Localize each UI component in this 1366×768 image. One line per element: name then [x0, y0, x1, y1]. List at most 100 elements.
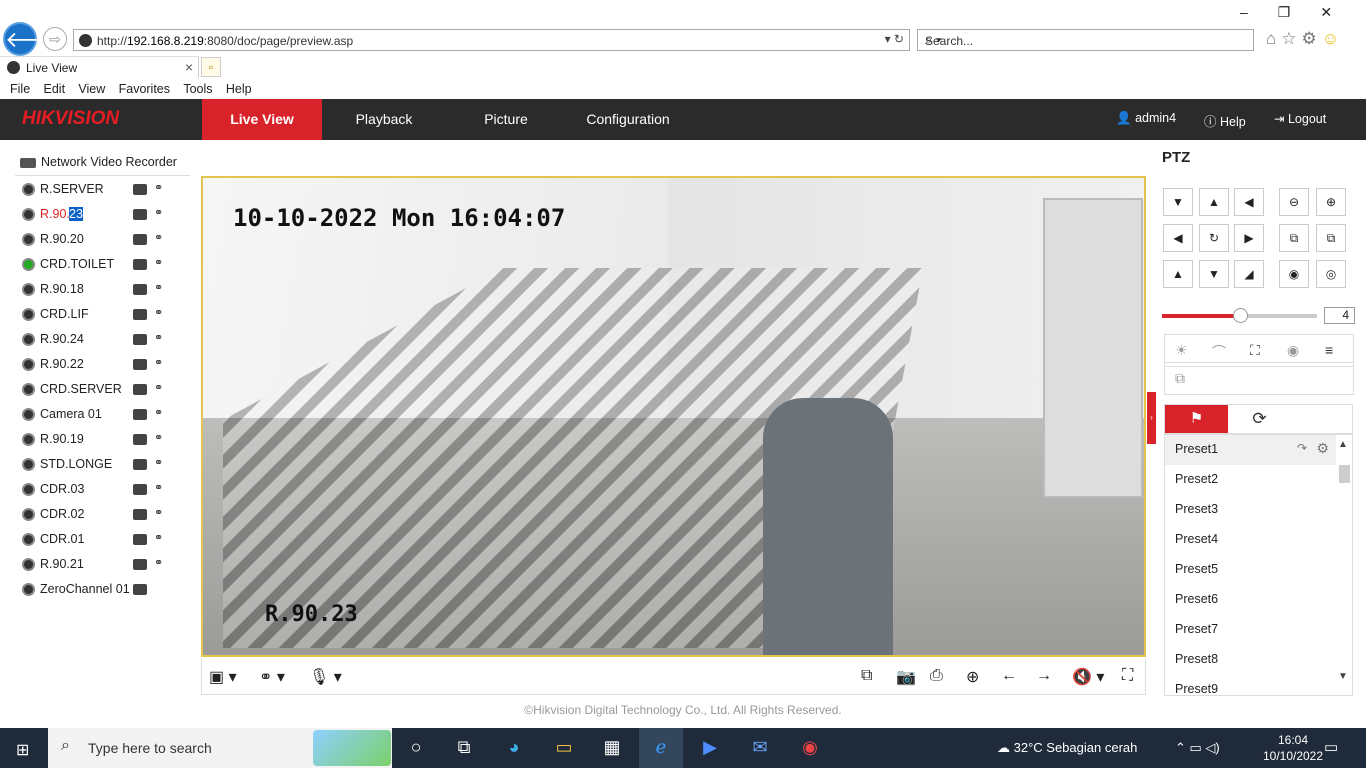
stream-switch-icon[interactable]: [154, 407, 170, 422]
system-clock[interactable]: 16:04 10/10/2022: [1258, 732, 1328, 764]
camera-item[interactable]: CRD.LIF: [22, 305, 192, 330]
refresh-icon[interactable]: ▾ ↻: [885, 32, 904, 46]
volume-mute-icon[interactable]: 🔇 ▾: [1072, 667, 1104, 687]
record-status-icon[interactable]: [133, 309, 147, 320]
stream-switch-icon[interactable]: [154, 382, 170, 397]
settings-gear-icon[interactable]: ⚙: [1302, 29, 1322, 48]
stream-switch-icon[interactable]: [154, 307, 170, 322]
new-tab-button[interactable]: ▫: [201, 57, 221, 77]
minimize-icon[interactable]: –: [1240, 4, 1278, 20]
camera-item[interactable]: R.90.21: [22, 555, 192, 580]
zoom-icon[interactable]: ▶: [695, 737, 725, 758]
ptz-down-left-button[interactable]: ▲: [1163, 260, 1193, 288]
record-status-icon[interactable]: [133, 284, 147, 295]
focus-far-icon[interactable]: ⧉: [1316, 224, 1346, 252]
ptz-auto-button[interactable]: ↻: [1199, 224, 1229, 252]
camera-item[interactable]: R.90.20: [22, 230, 192, 255]
fullscreen-icon[interactable]: ⛶: [1122, 667, 1133, 685]
camera-item[interactable]: R.90. 23: [22, 205, 192, 230]
light-icon[interactable]: ☀: [1175, 342, 1188, 359]
menu-tools[interactable]: Tools: [173, 80, 212, 96]
favorites-star-icon[interactable]: ☆: [1281, 29, 1301, 48]
zoom-in-icon[interactable]: ⊕: [966, 667, 979, 687]
zoom-out-icon[interactable]: ⊖: [1279, 188, 1309, 216]
camera-item[interactable]: R.SERVER: [22, 180, 192, 205]
focus-near-icon[interactable]: ⧉: [1279, 224, 1309, 252]
ptz-up-button[interactable]: ▲: [1199, 188, 1229, 216]
stop-all-icon[interactable]: ⧉: [861, 667, 872, 685]
record-status-icon[interactable]: [133, 509, 147, 520]
notification-icon[interactable]: ▭: [1324, 738, 1338, 756]
camera-item[interactable]: R.90.18: [22, 280, 192, 305]
record-status-icon[interactable]: [133, 584, 147, 595]
preset-item[interactable]: Preset2: [1165, 465, 1337, 495]
auxiliary-focus-icon[interactable]: ⛶: [1250, 342, 1260, 359]
ptz-speed-slider[interactable]: [1162, 308, 1317, 323]
camera-item[interactable]: CRD.SERVER: [22, 380, 192, 405]
stream-switch-icon[interactable]: [154, 232, 170, 247]
camera-item[interactable]: R.90.22: [22, 355, 192, 380]
window-layout-icon[interactable]: ▣ ▾: [209, 667, 237, 687]
zoom-in-ptz-icon[interactable]: ⊕: [1316, 188, 1346, 216]
ptz-up-left-button[interactable]: ▼: [1163, 188, 1193, 216]
record-status-icon[interactable]: [133, 234, 147, 245]
stream-switch-icon[interactable]: [154, 432, 170, 447]
help-link[interactable]: ⓘ Help: [1204, 111, 1246, 130]
cortana-icon[interactable]: ○: [401, 737, 431, 758]
record-status-icon[interactable]: [133, 184, 147, 195]
chrome-icon[interactable]: ◉: [795, 737, 825, 758]
browser-search-box[interactable]: Search... ⌕ ▾: [917, 29, 1254, 51]
restore-icon[interactable]: ❐: [1278, 4, 1321, 20]
scroll-thumb[interactable]: [1339, 465, 1350, 483]
camera-item[interactable]: CDR.03: [22, 480, 192, 505]
windows-start-icon[interactable]: ⊞: [16, 740, 29, 760]
stream-switch-icon[interactable]: [154, 507, 170, 522]
call-preset-icon[interactable]: ↷: [1297, 441, 1307, 455]
ptz-collapse-handle[interactable]: ›: [1147, 392, 1156, 444]
3d-positioning-icon[interactable]: ⧉: [1175, 370, 1185, 387]
preset-item[interactable]: Preset3: [1165, 495, 1337, 525]
forward-button[interactable]: ⇨: [43, 27, 67, 51]
scroll-down-icon[interactable]: ▼: [1338, 671, 1348, 682]
scroll-up-icon[interactable]: ▲: [1338, 439, 1348, 450]
menu-favorites[interactable]: Favorites: [109, 80, 170, 96]
stream-switch-icon[interactable]: [154, 282, 170, 297]
search-icon[interactable]: ⌕ ▾: [925, 32, 1245, 48]
set-preset-gear-icon[interactable]: ⚙: [1316, 440, 1329, 457]
back-button[interactable]: 🡐: [3, 22, 64, 56]
preset-item[interactable]: Preset6: [1165, 585, 1337, 615]
stream-type-icon[interactable]: ⚭ ▾: [259, 667, 285, 687]
record-status-icon[interactable]: [133, 534, 147, 545]
preset-item[interactable]: Preset7: [1165, 615, 1337, 645]
preset-item[interactable]: Preset4: [1165, 525, 1337, 555]
preset-item[interactable]: Preset1 ↷ ⚙: [1165, 435, 1337, 465]
previous-page-icon[interactable]: ←: [1001, 667, 1017, 685]
ptz-left-button[interactable]: ◀: [1163, 224, 1193, 252]
stream-switch-icon[interactable]: [154, 182, 170, 197]
record-status-icon[interactable]: [133, 334, 147, 345]
camera-item[interactable]: STD.LONGE: [22, 455, 192, 480]
next-page-icon[interactable]: →: [1036, 667, 1052, 685]
tab-configuration[interactable]: Configuration: [568, 99, 688, 140]
more-menu-icon[interactable]: ≡: [1325, 342, 1333, 358]
camera-item[interactable]: R.90.24: [22, 330, 192, 355]
task-view-icon[interactable]: ⧉: [449, 737, 479, 758]
browser-tab[interactable]: Live View ×: [0, 56, 199, 78]
internet-explorer-icon[interactable]: ℯ: [639, 728, 683, 768]
record-status-icon[interactable]: [133, 459, 147, 470]
menu-view[interactable]: View: [68, 80, 105, 96]
tree-root-nvr[interactable]: Network Video Recorder: [20, 155, 177, 169]
stream-switch-icon[interactable]: [154, 207, 170, 222]
preset-scrollbar[interactable]: ▲ ▼: [1336, 435, 1352, 695]
wiper-icon[interactable]: ⌒: [1212, 342, 1226, 362]
slider-knob[interactable]: [1233, 308, 1248, 323]
camera-item[interactable]: R.90.19: [22, 430, 192, 455]
ptz-right-button[interactable]: ▶: [1234, 224, 1264, 252]
preset-item[interactable]: Preset5: [1165, 555, 1337, 585]
record-status-icon[interactable]: [133, 259, 147, 270]
camera-item[interactable]: CDR.02: [22, 505, 192, 530]
tab-live-view[interactable]: Live View: [202, 99, 322, 140]
record-status-icon[interactable]: [133, 409, 147, 420]
record-status-icon[interactable]: [133, 209, 147, 220]
tab-playback[interactable]: Playback: [324, 99, 444, 140]
